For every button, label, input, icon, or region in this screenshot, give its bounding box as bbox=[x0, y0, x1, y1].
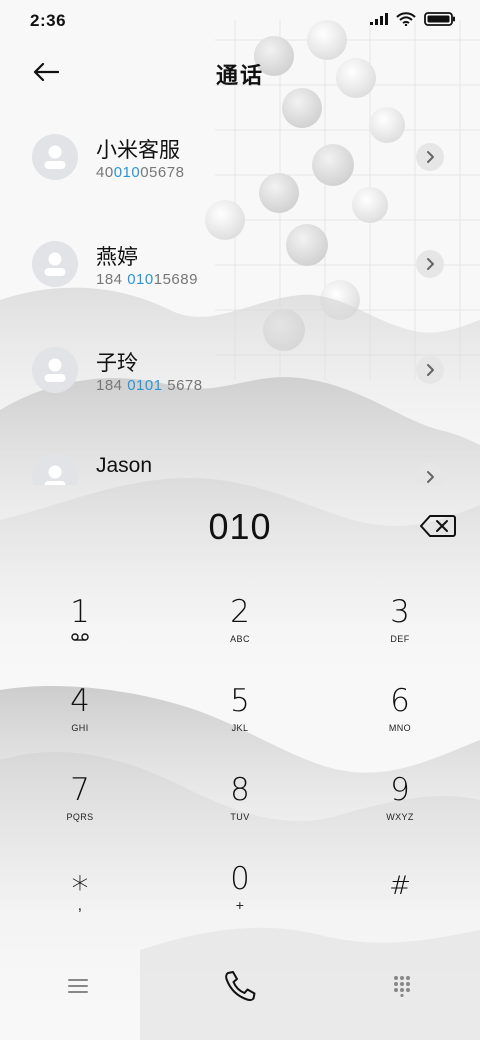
number-match-highlight: 0101 bbox=[127, 377, 163, 394]
voicemail-icon bbox=[71, 633, 89, 641]
number-match-highlight: 010 bbox=[113, 164, 141, 181]
key-digit: 1 bbox=[70, 594, 90, 630]
key-letters: GHI bbox=[71, 723, 89, 733]
key-7[interactable]: 7 PQRS bbox=[0, 758, 160, 847]
backspace-button[interactable] bbox=[420, 514, 456, 538]
person-icon bbox=[44, 465, 66, 485]
backspace-icon bbox=[420, 515, 456, 537]
status-bar: 2:36 bbox=[0, 0, 480, 44]
person-icon bbox=[44, 145, 66, 169]
menu-icon bbox=[68, 979, 88, 993]
person-icon bbox=[44, 358, 66, 382]
key-digit: 8 bbox=[230, 772, 250, 808]
contact-row[interactable]: 子玲 184 0101 5678 bbox=[0, 313, 480, 419]
wifi-icon bbox=[396, 12, 416, 26]
app-header: 通话 bbox=[0, 44, 480, 100]
chevron-right-icon bbox=[427, 151, 434, 163]
battery-icon bbox=[424, 12, 455, 26]
number-part: 5678 bbox=[162, 377, 203, 394]
contact-detail-button[interactable] bbox=[416, 250, 444, 278]
call-button[interactable] bbox=[218, 966, 262, 1006]
dialpad-icon bbox=[394, 976, 410, 997]
key-digit: 0 bbox=[230, 861, 250, 897]
status-time: 2:36 bbox=[30, 11, 67, 30]
contact-row[interactable]: 燕婷 184 01015689 bbox=[0, 207, 480, 313]
dial-keypad: 1 2 ABC 3 DEF 4 GHI 5 JKL 6 MNO 7 PQRS 8… bbox=[0, 580, 480, 936]
bottom-action-bar bbox=[0, 952, 480, 1022]
key-0[interactable]: 0 + bbox=[160, 847, 320, 936]
avatar bbox=[32, 454, 78, 485]
status-icons bbox=[370, 12, 456, 26]
key-5[interactable]: 5 JKL bbox=[160, 669, 320, 758]
contact-detail-button[interactable] bbox=[416, 143, 444, 171]
person-icon bbox=[44, 252, 66, 276]
key-digit: 6 bbox=[390, 683, 410, 719]
key-digit: 2 bbox=[230, 594, 250, 630]
chevron-right-icon bbox=[427, 471, 434, 483]
key-letters: + bbox=[235, 897, 245, 913]
dialed-number: 010 bbox=[208, 506, 272, 547]
key-digit: # bbox=[389, 871, 411, 901]
key-letters: PQRS bbox=[66, 812, 94, 822]
chevron-right-icon bbox=[427, 258, 434, 270]
menu-button[interactable] bbox=[56, 966, 100, 1006]
key-6[interactable]: 6 MNO bbox=[320, 669, 480, 758]
key-digit: 5 bbox=[230, 683, 250, 719]
contact-name: 小米客服 bbox=[96, 139, 180, 162]
contact-row[interactable]: Jason bbox=[0, 420, 480, 485]
key-8[interactable]: 8 TUV bbox=[160, 758, 320, 847]
key-1[interactable]: 1 bbox=[0, 580, 160, 669]
number-match-highlight: 010 bbox=[127, 271, 154, 288]
key-letters: ABC bbox=[230, 634, 250, 644]
chevron-right-icon bbox=[427, 364, 434, 376]
number-part: 15689 bbox=[153, 271, 198, 288]
number-part: 184 bbox=[96, 271, 128, 288]
key-letters: , bbox=[77, 897, 83, 914]
avatar bbox=[32, 241, 78, 287]
number-part: 184 bbox=[96, 377, 128, 394]
number-part: 40 bbox=[96, 164, 114, 181]
key-digit: 7 bbox=[70, 772, 90, 808]
key-letters: MNO bbox=[388, 723, 412, 733]
number-part: 05678 bbox=[140, 164, 185, 181]
contact-name: 子玲 bbox=[96, 352, 138, 375]
contact-detail-button[interactable] bbox=[416, 356, 444, 384]
contact-row[interactable]: 小米客服 4001005678 bbox=[0, 100, 480, 206]
key-4[interactable]: 4 GHI bbox=[0, 669, 160, 758]
contact-number: 4001005678 bbox=[96, 164, 184, 181]
signal-icon bbox=[370, 13, 388, 25]
phone-call-icon bbox=[225, 971, 256, 1002]
key-digit: 4 bbox=[70, 683, 90, 719]
key-letters: WXYZ bbox=[386, 812, 414, 822]
contact-suggestion-list: 小米客服 4001005678 燕婷 184 01015689 子玲 184 0… bbox=[0, 100, 480, 485]
key-hash[interactable]: # bbox=[320, 847, 480, 936]
key-letters: DEF bbox=[390, 634, 410, 644]
dial-display: 010 bbox=[0, 496, 480, 560]
avatar bbox=[32, 347, 78, 393]
avatar bbox=[32, 134, 78, 180]
key-digit: 3 bbox=[390, 594, 410, 630]
key-9[interactable]: 9 WXYZ bbox=[320, 758, 480, 847]
contact-number: 184 01015689 bbox=[96, 271, 198, 288]
key-2[interactable]: 2 ABC bbox=[160, 580, 320, 669]
key-3[interactable]: 3 DEF bbox=[320, 580, 480, 669]
contact-number: 184 0101 5678 bbox=[96, 377, 203, 394]
contact-detail-button[interactable] bbox=[416, 463, 444, 485]
key-star[interactable]: * , bbox=[0, 847, 160, 936]
key-letters: JKL bbox=[231, 723, 249, 733]
dialpad-toggle-button[interactable] bbox=[380, 966, 424, 1006]
key-letters: TUV bbox=[230, 812, 250, 822]
contact-name: 燕婷 bbox=[96, 246, 138, 269]
page-title: 通话 bbox=[215, 63, 264, 88]
contact-name: Jason bbox=[96, 454, 153, 477]
key-digit: 9 bbox=[390, 772, 410, 808]
